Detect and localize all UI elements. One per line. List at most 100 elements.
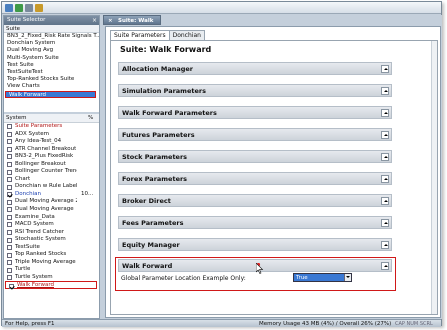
parameter-select[interactable]: True bbox=[293, 273, 352, 282]
section-allocation-manager[interactable]: Allocation Manager bbox=[118, 62, 392, 75]
system-row[interactable]: Bollinger Counter Trend bbox=[4, 168, 99, 176]
suite-column-header[interactable]: Suite bbox=[4, 25, 99, 33]
system-label: Dual Moving Average bbox=[15, 206, 74, 213]
chevron-down-icon[interactable] bbox=[344, 274, 351, 281]
checkbox[interactable] bbox=[7, 169, 12, 175]
collapse-icon[interactable] bbox=[381, 87, 389, 95]
system-row[interactable]: Top Ranked Stocks bbox=[4, 251, 99, 259]
system-row-walk-forward[interactable]: Walk Forward bbox=[5, 281, 97, 290]
system-row[interactable]: Triple Moving Average bbox=[4, 259, 99, 267]
suite-item[interactable]: BN3_2_Fixed_Risk Rate Signals T... bbox=[4, 33, 99, 40]
system-label: Turtle System bbox=[15, 273, 53, 280]
checkbox[interactable] bbox=[7, 252, 12, 258]
collapse-icon[interactable] bbox=[381, 109, 389, 117]
system-column-header: System % bbox=[4, 114, 99, 123]
system-row[interactable]: Turtle System bbox=[4, 274, 99, 282]
suite-item[interactable]: Multi-System Suite bbox=[4, 55, 99, 62]
suite-item[interactable]: View Charts bbox=[4, 83, 99, 90]
checkbox[interactable] bbox=[7, 131, 12, 137]
checkbox[interactable] bbox=[7, 124, 12, 130]
section-stock-parameters[interactable]: Stock Parameters bbox=[118, 150, 392, 163]
checkbox-checked[interactable] bbox=[9, 283, 14, 289]
section-walk-forward[interactable]: Walk Forward bbox=[118, 259, 392, 272]
section-equity-manager[interactable]: Equity Manager bbox=[118, 238, 392, 251]
checkbox-checked[interactable] bbox=[7, 192, 12, 198]
suite-item[interactable]: TestSuiteTest bbox=[4, 69, 99, 76]
checkbox[interactable] bbox=[7, 207, 12, 213]
system-row[interactable]: ADX System bbox=[4, 131, 99, 139]
suite-item[interactable]: Test Suite bbox=[4, 62, 99, 69]
collapse-icon[interactable] bbox=[381, 219, 389, 227]
close-tab-icon[interactable]: × bbox=[108, 16, 113, 26]
suite-item-selected[interactable]: Walk Forward bbox=[5, 90, 96, 98]
checkbox[interactable] bbox=[7, 214, 12, 220]
system-row[interactable]: BN3-2_Plus FixedRisk bbox=[4, 153, 99, 161]
tab-donchian[interactable]: Donchian bbox=[168, 30, 205, 40]
suite-item[interactable]: Dual Moving Avg bbox=[4, 47, 99, 54]
checkbox[interactable] bbox=[7, 177, 12, 183]
system-row[interactable]: Examine_Data bbox=[4, 214, 99, 222]
system-column-label[interactable]: System bbox=[6, 114, 27, 123]
suite-item[interactable]: Donchian System bbox=[4, 40, 99, 47]
run-icon[interactable] bbox=[15, 4, 23, 12]
system-row[interactable]: Donchian w Rule Labels bbox=[4, 183, 99, 191]
system-label: Suite Parameters bbox=[15, 123, 63, 129]
checkbox[interactable] bbox=[7, 237, 12, 243]
system-row[interactable]: Dual Moving Average 2 bbox=[4, 198, 99, 206]
system-row[interactable]: TestSuite bbox=[4, 244, 99, 252]
section-walk-forward-parameters[interactable]: Walk Forward Parameters bbox=[118, 106, 392, 119]
section-forex-parameters[interactable]: Forex Parameters bbox=[118, 172, 392, 185]
system-row[interactable]: Dual Moving Average bbox=[4, 206, 99, 214]
vertical-scrollbar[interactable] bbox=[431, 41, 437, 314]
system-row[interactable]: Suite Parameters bbox=[4, 123, 99, 131]
right-panel: × Suite: Walk Forward Suite ParametersDo… bbox=[103, 15, 442, 319]
section-broker-direct[interactable]: Broker Direct bbox=[118, 194, 392, 207]
collapse-icon[interactable] bbox=[381, 131, 389, 139]
section-label: Stock Parameters bbox=[122, 153, 188, 161]
save-icon[interactable] bbox=[35, 4, 43, 12]
checkbox[interactable] bbox=[7, 146, 12, 152]
checkbox[interactable] bbox=[7, 275, 12, 281]
open-icon[interactable] bbox=[25, 4, 33, 12]
system-row[interactable]: ATR Channel Breakout bbox=[4, 146, 99, 154]
status-bar: For Help, press F1 Memory Usage 43 MB (4… bbox=[2, 319, 441, 327]
collapse-icon[interactable] bbox=[381, 262, 389, 270]
system-row[interactable]: RSI Trend Catcher bbox=[4, 229, 99, 237]
collapse-icon[interactable] bbox=[381, 197, 389, 205]
system-row[interactable]: Turtle bbox=[4, 266, 99, 274]
system-row[interactable]: Bollinger Breakout bbox=[4, 161, 99, 169]
collapse-icon[interactable] bbox=[381, 65, 389, 73]
collapse-icon[interactable] bbox=[381, 175, 389, 183]
collapse-icon[interactable] bbox=[381, 153, 389, 161]
system-row[interactable]: Stochastic System bbox=[4, 236, 99, 244]
new-icon[interactable] bbox=[5, 4, 13, 12]
suite-item[interactable]: Top-Ranked Stocks Suite bbox=[4, 76, 99, 83]
system-row[interactable]: Donchian 10... bbox=[4, 191, 99, 199]
section-label: Forex Parameters bbox=[122, 175, 188, 183]
checkbox[interactable] bbox=[7, 260, 12, 266]
checkbox[interactable] bbox=[7, 222, 12, 228]
checkbox[interactable] bbox=[7, 184, 12, 190]
checkbox[interactable] bbox=[7, 267, 12, 273]
system-row[interactable]: Chart bbox=[4, 176, 99, 184]
checkbox[interactable] bbox=[7, 245, 12, 251]
percent-column-label[interactable]: % bbox=[88, 114, 93, 123]
checkbox[interactable] bbox=[7, 139, 12, 145]
checkbox[interactable] bbox=[7, 229, 12, 235]
section-simulation-parameters[interactable]: Simulation Parameters bbox=[118, 84, 392, 97]
checkbox[interactable] bbox=[7, 162, 12, 168]
section-fees-parameters[interactable]: Fees Parameters bbox=[118, 216, 392, 229]
checkbox[interactable] bbox=[7, 154, 12, 160]
suite-selector-header: Suite Selector × bbox=[4, 16, 99, 25]
checkbox[interactable] bbox=[7, 199, 12, 205]
system-list: Suite Parameters ADX System Any Idea-Tes… bbox=[4, 123, 99, 313]
section-label: Broker Direct bbox=[122, 197, 171, 205]
document-tab[interactable]: × Suite: Walk Forward bbox=[103, 15, 161, 34]
system-row[interactable]: MACD System bbox=[4, 221, 99, 229]
close-icon[interactable]: × bbox=[92, 16, 97, 25]
system-label: MACD System bbox=[15, 221, 54, 228]
system-row[interactable]: Any Idea-Test_04 bbox=[4, 138, 99, 146]
section-futures-parameters[interactable]: Futures Parameters bbox=[118, 128, 392, 141]
collapse-icon[interactable] bbox=[381, 241, 389, 249]
system-label: RSI Trend Catcher bbox=[15, 228, 65, 235]
